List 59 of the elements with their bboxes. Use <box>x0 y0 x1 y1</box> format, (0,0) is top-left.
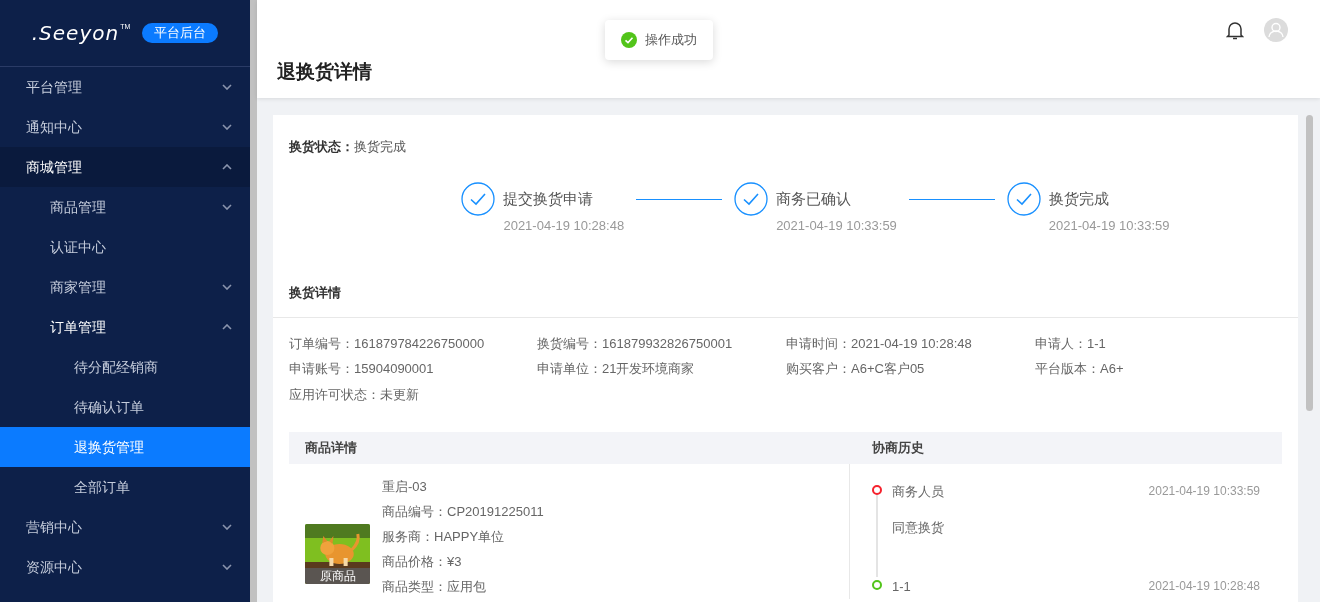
step-time: 2021-04-19 10:28:48 <box>503 216 625 235</box>
history-time: 2021-04-19 10:33:59 <box>1148 483 1260 500</box>
step-time: 2021-04-19 10:33:59 <box>1048 216 1170 235</box>
step-label: 提交换货申请 <box>503 188 595 209</box>
platform-badge: 平台后台 <box>142 23 219 43</box>
sidebar-item[interactable]: 待分配经销商 <box>0 347 250 387</box>
sidebar-item[interactable]: 通知中心 <box>0 107 250 147</box>
sidebar-item[interactable]: 订单管理 <box>0 307 250 347</box>
detail-field: 申请人：1-1 <box>1035 333 1282 353</box>
chevron-down-icon <box>222 124 232 130</box>
column-header: 协商历史 <box>871 439 925 457</box>
page-title: 退换货详情 <box>277 59 373 84</box>
history-note: 同意换货 <box>892 518 945 537</box>
detail-field: 申请单位：21开发环境商家 <box>537 359 786 379</box>
check-circle-icon <box>621 32 637 48</box>
sidebar-item[interactable]: 平台管理 <box>0 67 250 107</box>
detail-field: 订单编号：161879784226750000 <box>289 333 537 353</box>
sidebar-item[interactable]: 营销中心 <box>0 507 250 547</box>
page-scrollbar[interactable] <box>1305 115 1313 411</box>
logo: .Seeyon <box>31 23 120 43</box>
product-field: 商品编号：CP20191225011 <box>382 499 544 524</box>
detail-field: 申请账号：15904090001 <box>289 359 537 379</box>
sidebar-item[interactable]: 退换货管理 <box>0 427 250 467</box>
product-field: 商品类型：应用包 <box>382 574 544 599</box>
product-name: 重启-03 <box>382 478 428 496</box>
sidebar-scrollbar[interactable] <box>250 0 257 602</box>
detail-field: 平台版本：A6+ <box>1035 359 1282 379</box>
step-label: 换货完成 <box>1048 188 1110 209</box>
sidebar-item[interactable]: 商家管理 <box>0 267 250 307</box>
step-time: 2021-04-19 10:33:59 <box>776 216 897 235</box>
column-header: 商品详情 <box>304 439 358 457</box>
chevron-down-icon <box>222 564 232 570</box>
sidebar-item[interactable]: 商品管理 <box>0 187 250 227</box>
sidebar-item[interactable]: 待确认订单 <box>0 387 250 427</box>
history-actor: 商务人员 <box>892 483 944 501</box>
chevron-down-icon <box>222 204 232 210</box>
chevron-down-icon <box>222 84 232 90</box>
history-actor: 1-1 <box>892 578 911 596</box>
chevron-down-icon <box>222 284 232 290</box>
product-field: 服务商：HAPPY单位 <box>382 524 544 549</box>
sidebar-item[interactable]: 全部订单 <box>0 467 250 507</box>
chevron-up-icon <box>222 164 232 170</box>
product-field: 商品价格：¥3 <box>382 549 544 574</box>
detail-field: 申请时间：2021-04-19 10:28:48 <box>786 333 1035 353</box>
section-title: 换货详情 <box>289 284 342 302</box>
detail-field: 应用许可状态：未更新 <box>289 384 537 404</box>
history-time: 2021-04-19 10:28:48 <box>1148 578 1260 595</box>
detail-field: 换货编号：161879932826750001 <box>537 333 786 353</box>
exchange-status: 换货状态：换货完成 <box>289 139 406 154</box>
step-label: 商务已确认 <box>776 188 853 209</box>
bell-icon[interactable] <box>1226 20 1244 40</box>
avatar-icon[interactable] <box>1264 18 1288 42</box>
chevron-up-icon <box>222 324 232 330</box>
sidebar-item[interactable]: 认证中心 <box>0 227 250 267</box>
success-toast: 操作成功 <box>605 20 713 60</box>
chevron-down-icon <box>222 524 232 530</box>
sidebar-item[interactable]: 资源中心 <box>0 547 250 587</box>
sidebar-item[interactable]: 商城管理 <box>0 147 250 187</box>
detail-field: 购买客户：A6+C客户05 <box>786 359 1035 379</box>
